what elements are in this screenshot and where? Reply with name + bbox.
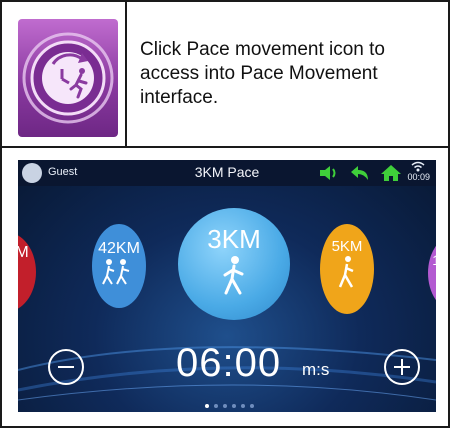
pace-option-42km[interactable]: 42KM <box>92 224 146 308</box>
pace-clock-runner-icon <box>22 32 114 124</box>
page-dot[interactable] <box>250 404 254 408</box>
page-dot[interactable] <box>241 404 245 408</box>
runner-icon <box>223 256 244 295</box>
pace-movement-screen: Guest 3KM Pace 00:09 M 42KM 3KM 5KM 06:0… <box>18 160 436 412</box>
screen-title: 3KM Pace <box>194 164 260 180</box>
runner-icon <box>338 256 354 288</box>
pace-app-icon[interactable] <box>18 19 118 137</box>
page-dot[interactable] <box>232 404 236 408</box>
wifi-icon <box>411 161 425 172</box>
pace-option-label: M <box>18 244 29 261</box>
pace-option-label: 3KM <box>207 224 261 254</box>
cell-divider <box>125 0 127 148</box>
back-arrow-icon[interactable] <box>350 164 372 182</box>
decrease-button[interactable] <box>48 349 84 385</box>
pace-value: 06:00 <box>176 341 282 385</box>
page-dot[interactable] <box>205 404 209 408</box>
speaker-icon[interactable] <box>318 164 340 182</box>
pace-option-3km[interactable]: 3KM <box>178 208 290 320</box>
pace-unit: m:s <box>302 360 330 379</box>
clock: 00:09 <box>407 172 430 182</box>
pace-option-5km[interactable]: 5KM <box>320 224 374 314</box>
page-dot[interactable] <box>223 404 227 408</box>
home-icon[interactable] <box>380 164 402 182</box>
status-bar: Guest 3KM Pace 00:09 <box>18 160 436 186</box>
increase-button[interactable] <box>384 349 420 385</box>
instruction-text: Click Pace movement icon to access into … <box>140 39 385 108</box>
row-divider <box>0 146 450 148</box>
runners-icon <box>102 259 130 285</box>
page-dot[interactable] <box>214 404 218 408</box>
plus-icon <box>394 359 410 375</box>
minus-icon <box>58 366 74 368</box>
pace-option-label: 42KM <box>98 240 140 257</box>
pace-option-label: 10 <box>428 236 436 268</box>
pace-option-10km[interactable]: 10 <box>428 236 436 310</box>
page-indicator <box>205 395 259 412</box>
pace-option-label: 5KM <box>331 238 363 255</box>
